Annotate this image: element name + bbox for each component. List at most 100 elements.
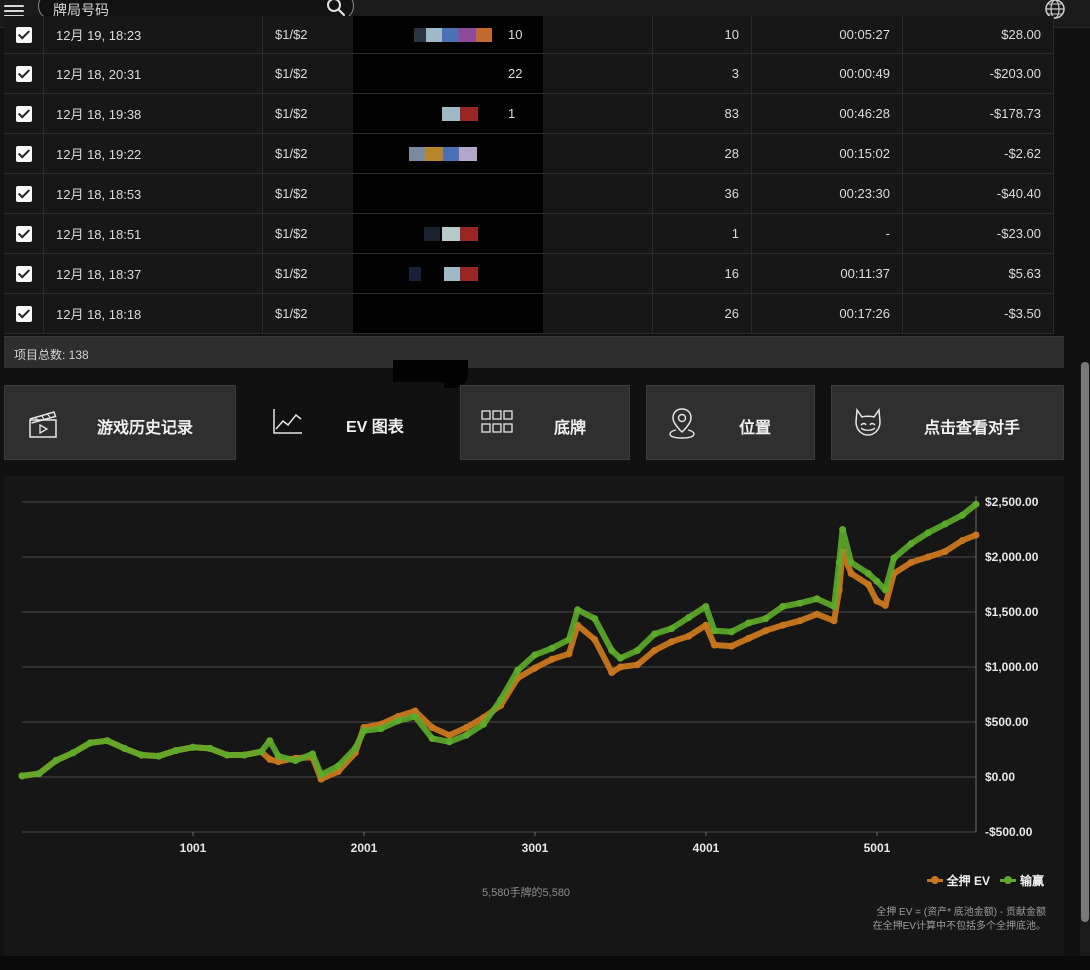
tab-game-history[interactable]: 游戏历史记录 xyxy=(4,385,236,460)
scrollbar-thumb[interactable] xyxy=(1081,362,1089,922)
row-checkbox-cell xyxy=(4,254,44,293)
y-tick-label: -$500.00 xyxy=(985,825,1033,839)
data-point xyxy=(223,751,231,759)
data-point xyxy=(727,642,735,650)
tab-label: 点击查看对手 xyxy=(924,420,1021,437)
scrollbar[interactable] xyxy=(1080,362,1090,970)
redacted-cell xyxy=(353,294,653,333)
data-point xyxy=(120,744,128,752)
legend-label: 输赢 xyxy=(1019,874,1044,888)
table-row[interactable]: 12月 19, 18:23 $1/$2 10 10 00:05:27 $28.00 xyxy=(4,16,1054,54)
tab-opponents[interactable]: 点击查看对手 xyxy=(831,385,1064,460)
data-point xyxy=(796,599,804,607)
data-point xyxy=(702,603,710,610)
row-checkbox[interactable] xyxy=(15,65,32,82)
table-row[interactable]: 12月 18, 18:37 $1/$2 16 00:11:37 $5.63 xyxy=(4,254,1054,294)
hands-cell: 16 xyxy=(653,254,752,293)
table-row[interactable]: 12月 18, 18:18 $1/$2 26 00:17:26 -$3.50 xyxy=(4,294,1054,334)
row-checkbox[interactable] xyxy=(15,265,32,282)
redacted-cell: 10 xyxy=(353,16,653,53)
data-point xyxy=(972,531,980,539)
net-cell: $5.63 xyxy=(903,254,1054,293)
data-point xyxy=(317,771,325,779)
row-checkbox[interactable] xyxy=(15,105,32,122)
redacted-pixel xyxy=(443,146,459,161)
data-point xyxy=(651,630,659,638)
data-point xyxy=(941,548,949,555)
row-checkbox[interactable] xyxy=(15,305,32,322)
x-tick-label: 4001 xyxy=(693,841,720,855)
data-point xyxy=(972,500,980,508)
tab-position[interactable]: 位置 xyxy=(646,385,815,460)
stakes-cell: $1/$2 xyxy=(275,306,308,321)
redacted-pixel xyxy=(442,106,460,121)
table-row[interactable]: 12月 18, 18:51 $1/$2 1- -$23.00 xyxy=(4,214,1054,254)
duration-cell: - xyxy=(752,214,903,253)
redacted-pixel xyxy=(459,146,477,161)
legend-swatch-icon xyxy=(926,876,943,884)
data-point xyxy=(240,751,248,759)
data-point xyxy=(531,651,539,659)
table-row[interactable]: 12月 18, 19:22 $1/$2 28 00:15:02 -$2.62 xyxy=(4,134,1054,174)
data-point xyxy=(839,526,847,533)
data-point xyxy=(835,559,843,566)
data-point xyxy=(710,627,718,635)
redacted-cell: 22 xyxy=(353,54,653,93)
series-line-winnings xyxy=(19,501,979,779)
ev-chart-panel: $2,500.00 $2,000.00 $1,500.00 $1,000.00 $500… xyxy=(4,476,1064,956)
net-cell: -$40.40 xyxy=(903,174,1054,213)
y-tick-label: $1,500.00 xyxy=(985,605,1039,619)
date-cell: 12月 18, 20:31 xyxy=(44,54,263,93)
series-line-allin-ev xyxy=(19,532,979,783)
data-point xyxy=(941,520,949,528)
table-row[interactable]: 12月 18, 18:53 $1/$2 36 00:23:30 -$40.40 xyxy=(4,174,1054,214)
data-point xyxy=(668,638,676,646)
footnote-line: 全押 EV = (资产* 底池金额) - 贡献金额 xyxy=(876,907,1046,918)
x-tick-label: 3001 xyxy=(522,841,549,855)
cat-face-icon xyxy=(855,407,881,436)
redacted-pixel xyxy=(442,226,460,241)
hand-count-label: 5,580手牌的5,580 xyxy=(482,887,571,899)
redacted-pixel xyxy=(414,27,426,42)
data-point xyxy=(257,748,265,756)
duration-cell: 00:11:37 xyxy=(752,254,903,293)
date-cell: 12月 18, 18:37 xyxy=(44,254,263,293)
date-cell: 12月 18, 19:38 xyxy=(44,94,263,133)
table-row[interactable]: 12月 18, 19:38 $1/$2 1 83 00:46:28 -$178.73 xyxy=(4,94,1054,134)
data-point xyxy=(958,511,966,519)
data-point xyxy=(907,540,915,548)
legend-item-allin-ev[interactable]: 全押 EV xyxy=(926,872,990,889)
date-cell: 12月 18, 18:53 xyxy=(44,174,263,213)
row-checkbox[interactable] xyxy=(15,185,32,202)
hands-cell: 10 xyxy=(653,16,752,53)
row-checkbox[interactable] xyxy=(15,145,32,162)
location-pin-icon xyxy=(669,408,695,439)
legend-item-winnings[interactable]: 输赢 xyxy=(999,872,1044,889)
item-count: 项目总数: 138 xyxy=(14,348,89,362)
redacted-pixel xyxy=(409,146,425,161)
stakes-cell: $1/$2 xyxy=(275,226,308,241)
row-checkbox[interactable] xyxy=(15,225,32,242)
chart-legend: 全押 EV 输赢 xyxy=(926,872,1044,889)
tab-label: 游戏历史记录 xyxy=(97,420,194,437)
data-point xyxy=(591,615,599,623)
row-checkbox[interactable] xyxy=(15,26,32,43)
redacted-cell: 1 xyxy=(353,94,653,133)
line-chart-icon xyxy=(273,409,302,434)
data-point xyxy=(565,636,573,643)
y-tick-label: $2,000.00 xyxy=(985,550,1039,564)
redacted-pixel xyxy=(460,106,478,121)
data-point xyxy=(462,731,470,739)
tab-ev-chart[interactable]: EV 图表 xyxy=(252,382,444,478)
data-point xyxy=(958,537,966,544)
net-cell: -$23.00 xyxy=(903,214,1054,253)
hands-cell: 1 xyxy=(653,214,752,253)
tab-board[interactable]: 底牌 xyxy=(460,385,630,460)
redaction-block xyxy=(353,174,543,213)
hands-cell: 26 xyxy=(653,294,752,333)
data-point xyxy=(309,750,317,758)
table-row[interactable]: 12月 18, 20:31 $1/$2 22 3 00:00:49 -$203.00 xyxy=(4,54,1054,94)
redacted-pixel xyxy=(460,266,478,281)
redacted-cell xyxy=(353,254,653,293)
data-point xyxy=(206,744,214,752)
